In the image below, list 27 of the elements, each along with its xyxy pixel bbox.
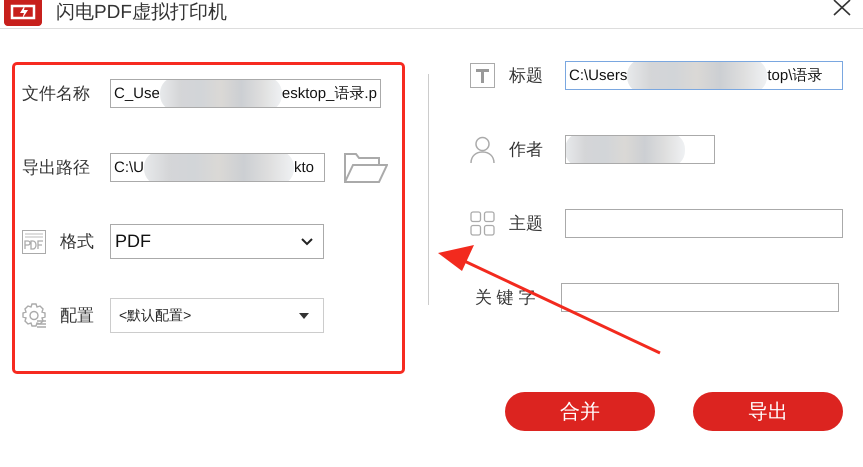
user-icon xyxy=(470,136,495,163)
gear-icon xyxy=(22,303,47,328)
field-label: 配置 xyxy=(60,305,95,327)
field-label: 文件名称 xyxy=(22,83,91,105)
export-button[interactable]: 导出 xyxy=(693,392,843,431)
config-dropdown[interactable]: <默认配置> xyxy=(110,298,324,333)
input-field[interactable] xyxy=(561,283,839,312)
input-field[interactable]: C_Use esktop_语录.p xyxy=(110,79,381,108)
close-icon[interactable] xyxy=(833,0,851,16)
field-label: 格式 xyxy=(60,231,95,253)
field-label: 导出路径 xyxy=(22,157,91,179)
grid-icon xyxy=(470,211,495,236)
folder-icon[interactable] xyxy=(344,152,388,182)
format-dropdown[interactable]: PDF xyxy=(110,224,324,259)
input-field[interactable]: C:\Users top\语录 xyxy=(565,61,843,90)
window-title: 闪电PDF虚拟打印机 xyxy=(56,3,227,22)
input-field[interactable] xyxy=(565,135,715,164)
chevron-icon xyxy=(301,238,313,246)
field-label: 主题 xyxy=(509,213,544,235)
field-label: 标题 xyxy=(509,65,544,87)
input-field[interactable] xyxy=(565,209,843,238)
input-field[interactable]: C:\U kto xyxy=(110,153,325,182)
field-label: 作者 xyxy=(509,139,544,161)
caret-icon xyxy=(299,312,309,318)
merge-button[interactable]: 合并 xyxy=(505,392,655,431)
text-icon xyxy=(470,63,495,88)
pdf-file-icon xyxy=(22,230,46,254)
